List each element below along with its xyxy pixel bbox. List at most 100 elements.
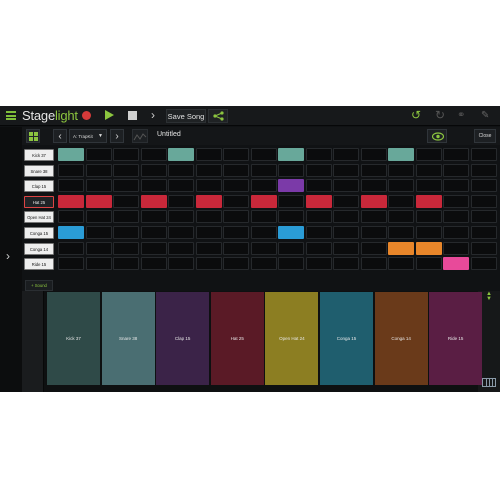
step-cell-active[interactable] (195, 194, 222, 208)
step-cell[interactable] (195, 163, 222, 177)
step-cell[interactable] (223, 241, 249, 255)
step-cell-active[interactable] (388, 148, 414, 161)
step-cell[interactable] (223, 210, 249, 224)
step-cell[interactable] (223, 179, 249, 193)
step-cell[interactable] (388, 210, 414, 224)
step-cell[interactable] (360, 179, 387, 193)
step-cell[interactable] (223, 194, 249, 208)
step-cell[interactable] (360, 257, 387, 271)
step-cell[interactable] (58, 257, 84, 271)
step-cell[interactable] (360, 163, 387, 177)
step-cell[interactable] (388, 257, 414, 271)
step-cell[interactable] (415, 148, 442, 161)
step-cell[interactable] (360, 226, 387, 239)
step-cell[interactable] (140, 241, 167, 255)
step-cell[interactable] (85, 257, 112, 271)
step-cell[interactable] (113, 257, 139, 271)
kit-select[interactable]: A: TrapKit ▼ (69, 129, 107, 143)
previous-kit-button[interactable]: ‹ (53, 129, 67, 143)
step-cell[interactable] (168, 179, 194, 193)
step-cell[interactable] (223, 163, 249, 177)
step-cell-active[interactable] (443, 257, 469, 271)
step-cell[interactable] (278, 241, 304, 255)
step-cell[interactable] (443, 148, 469, 161)
step-cell[interactable] (443, 226, 469, 239)
step-cell[interactable] (223, 226, 249, 239)
step-cell-active[interactable] (360, 194, 387, 208)
step-cell[interactable] (443, 210, 469, 224)
step-cell[interactable] (470, 179, 497, 193)
step-cell[interactable] (168, 210, 194, 224)
step-cell[interactable] (113, 163, 139, 177)
step-cell-active[interactable] (168, 148, 194, 161)
step-cell[interactable] (140, 226, 167, 239)
stop-button[interactable] (128, 111, 137, 120)
step-cell[interactable] (415, 210, 442, 224)
step-cell[interactable] (278, 257, 304, 271)
step-cell[interactable] (58, 163, 84, 177)
step-cell[interactable] (85, 210, 112, 224)
step-cell-active[interactable] (305, 194, 332, 208)
step-cell[interactable] (113, 226, 139, 239)
step-cell[interactable] (443, 163, 469, 177)
undo-icon[interactable]: ↺ (411, 108, 421, 122)
step-cell[interactable] (85, 148, 112, 161)
track-button[interactable]: Ride 15 (24, 258, 54, 271)
step-cell[interactable] (333, 210, 359, 224)
drum-pad[interactable]: Kick 37 (47, 292, 100, 385)
step-cell[interactable] (168, 163, 194, 177)
track-button[interactable]: Conga 14 (24, 242, 54, 255)
step-cell[interactable] (360, 148, 387, 161)
step-cell[interactable] (195, 210, 222, 224)
step-cell[interactable] (470, 241, 497, 255)
step-cell[interactable] (333, 226, 359, 239)
step-cell-active[interactable] (415, 194, 442, 208)
step-cell[interactable] (250, 257, 277, 271)
step-cell[interactable] (140, 163, 167, 177)
close-button[interactable]: Close (474, 129, 496, 143)
step-cell[interactable] (360, 210, 387, 224)
track-button[interactable]: Hat 25 (24, 195, 54, 208)
drum-pad[interactable]: Ride 15 (429, 292, 483, 385)
step-cell[interactable] (113, 148, 139, 161)
step-cell-active[interactable] (58, 194, 84, 208)
next-kit-button[interactable]: › (110, 129, 124, 143)
step-cell[interactable] (58, 210, 84, 224)
step-cell[interactable] (305, 210, 332, 224)
step-cell[interactable] (470, 148, 497, 161)
step-cell[interactable] (333, 194, 359, 208)
step-cell[interactable] (443, 179, 469, 193)
play-button[interactable] (105, 110, 114, 120)
add-sound-button[interactable]: + Sound (25, 280, 53, 291)
track-button[interactable]: Clap 15 (24, 180, 54, 193)
step-cell[interactable] (470, 226, 497, 239)
step-cell[interactable] (333, 241, 359, 255)
step-cell[interactable] (85, 241, 112, 255)
track-button[interactable]: Snare 38 (24, 164, 54, 177)
step-cell[interactable] (360, 241, 387, 255)
forward-button[interactable]: › (151, 108, 155, 122)
step-cell[interactable] (195, 241, 222, 255)
step-cell[interactable] (85, 226, 112, 239)
step-cell[interactable] (250, 179, 277, 193)
scroll-arrows-icon[interactable]: ▲ ▼ (484, 291, 494, 304)
step-cell[interactable] (470, 194, 497, 208)
redo-icon[interactable]: ↻ (435, 108, 445, 122)
track-button[interactable]: Open Hat 24 (24, 211, 54, 224)
step-cell[interactable] (388, 226, 414, 239)
step-cell[interactable] (333, 148, 359, 161)
expand-panel-icon[interactable]: › (6, 249, 10, 263)
step-cell[interactable] (168, 257, 194, 271)
menu-icon[interactable] (6, 111, 16, 120)
step-cell[interactable] (113, 194, 139, 208)
step-cell[interactable] (415, 226, 442, 239)
step-cell[interactable] (333, 179, 359, 193)
drum-pad[interactable]: Conga 15 (320, 292, 373, 385)
step-cell[interactable] (250, 241, 277, 255)
step-cell[interactable] (85, 179, 112, 193)
track-button[interactable]: Conga 15 (24, 227, 54, 239)
step-cell[interactable] (305, 226, 332, 239)
step-cell[interactable] (250, 226, 277, 239)
link-icon[interactable]: ⚭ (457, 109, 465, 123)
step-cell[interactable] (250, 148, 277, 161)
